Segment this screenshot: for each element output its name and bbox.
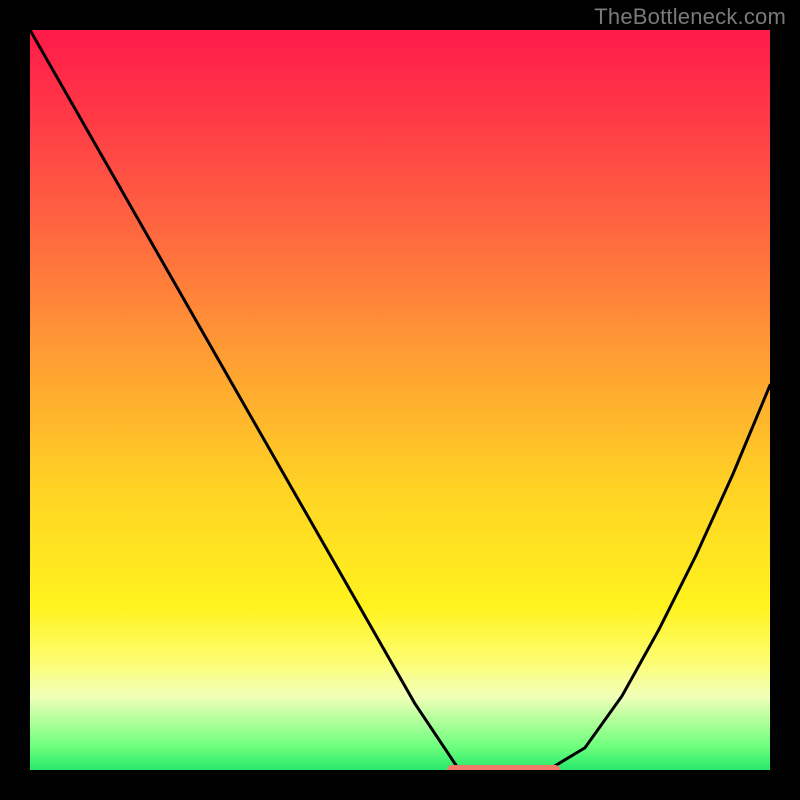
gradient-background: [30, 30, 770, 770]
plot-area: [30, 30, 770, 770]
watermark-text: TheBottleneck.com: [594, 4, 786, 30]
chart-frame: TheBottleneck.com: [0, 0, 800, 800]
bottleneck-chart: [30, 30, 770, 770]
